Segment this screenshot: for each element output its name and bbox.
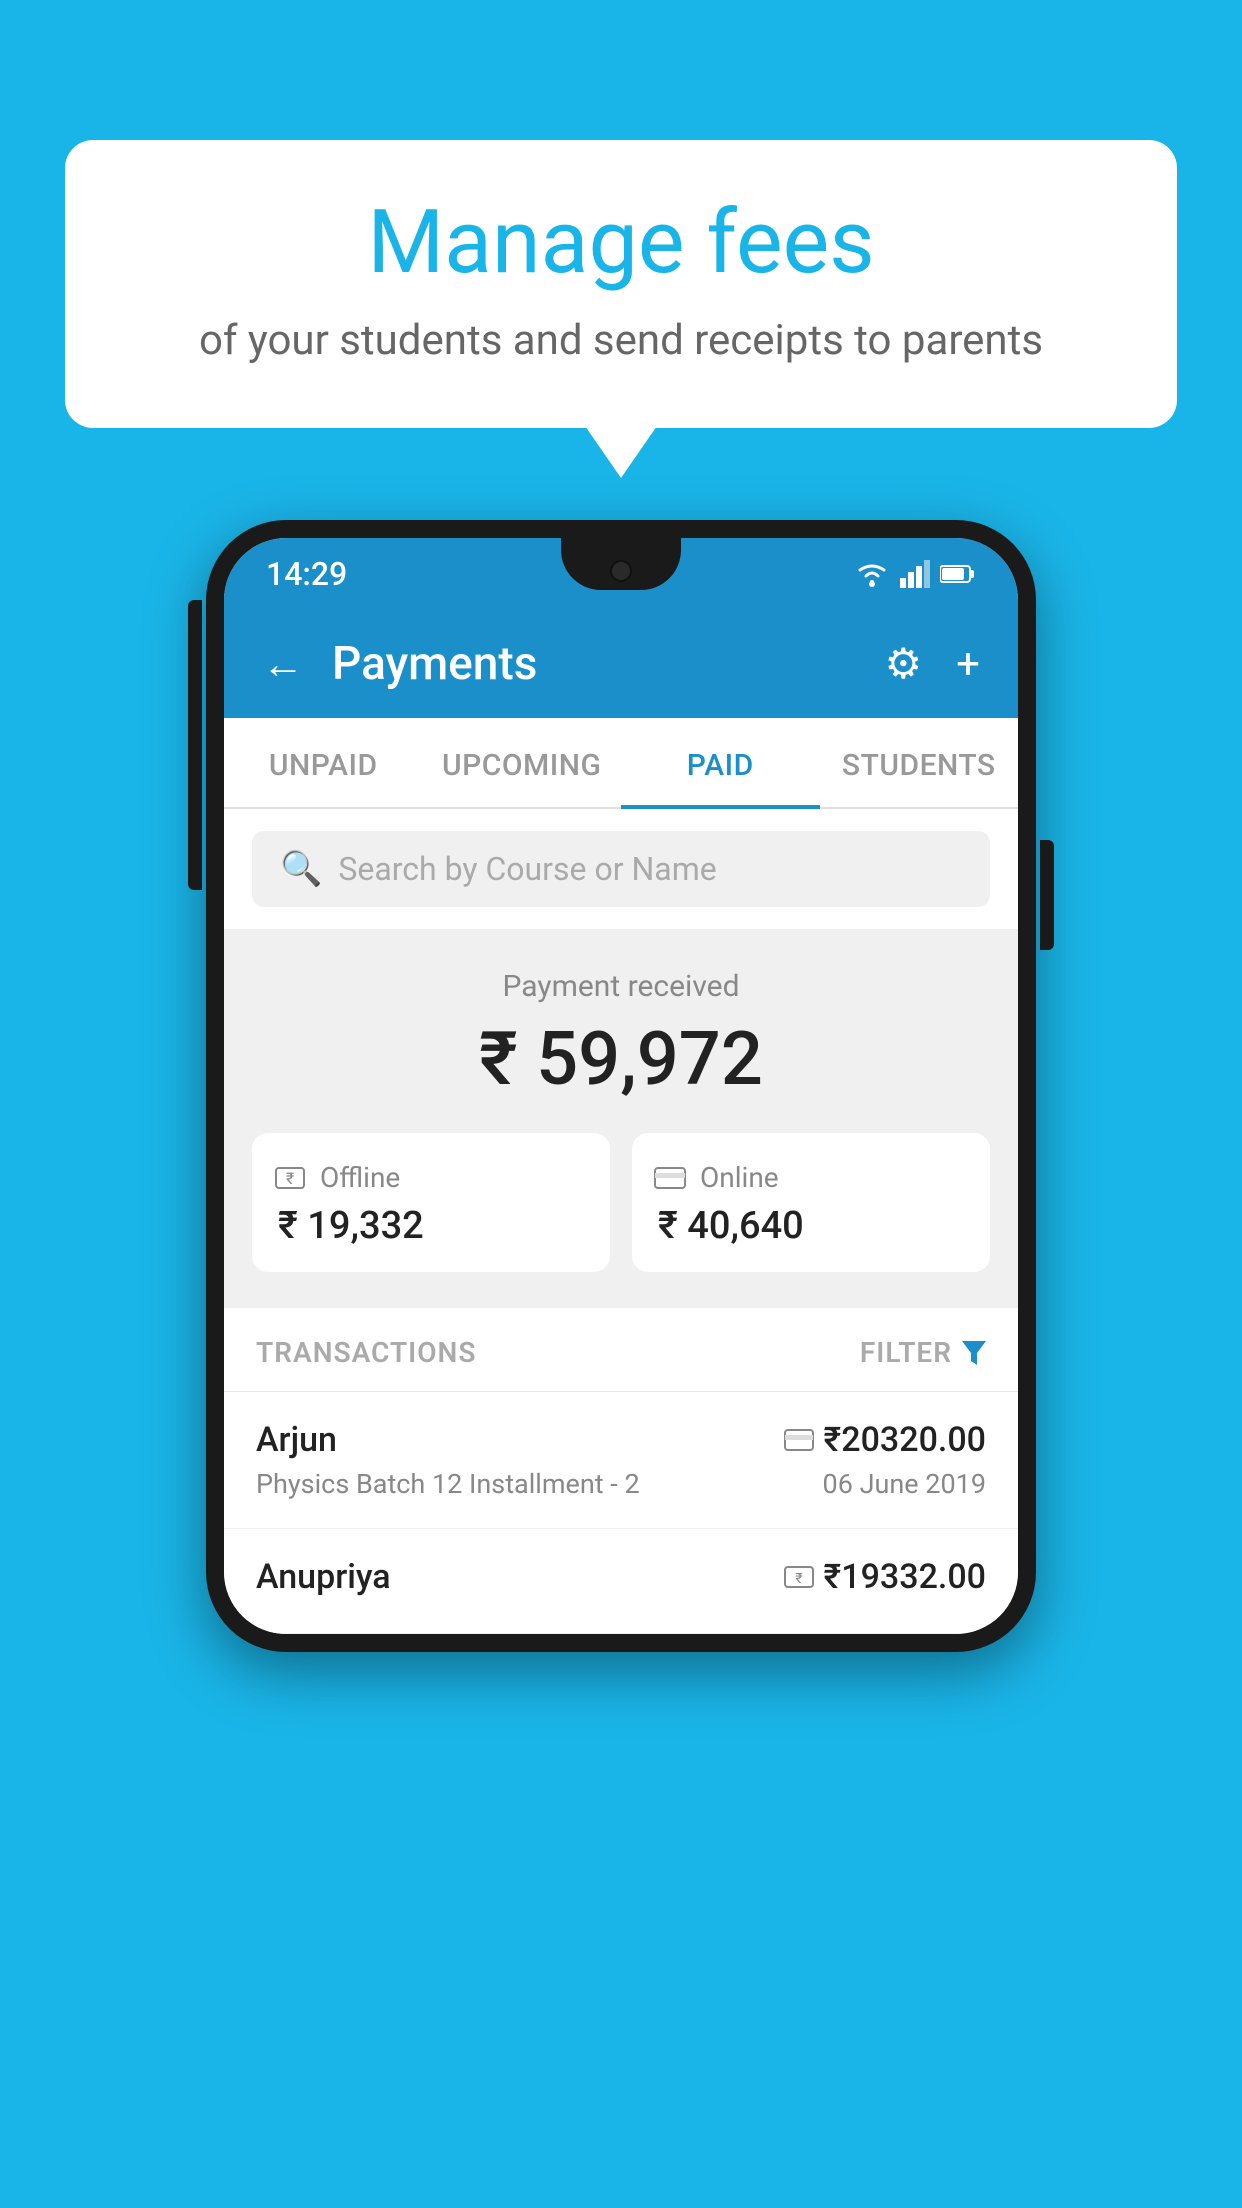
transaction-top-2: Anupriya ₹ ₹19332.00	[256, 1557, 986, 1597]
filter-container[interactable]: FILTER	[860, 1336, 986, 1369]
transactions-label: TRANSACTIONS	[256, 1336, 476, 1369]
filter-icon	[962, 1341, 986, 1365]
transaction-name-2: Anupriya	[256, 1557, 391, 1597]
search-bar-container: 🔍 Search by Course or Name	[224, 809, 1018, 929]
status-time: 14:29	[266, 555, 347, 593]
offline-icon: ₹	[274, 1162, 306, 1194]
online-card-header: Online	[654, 1161, 779, 1194]
search-input[interactable]: Search by Course or Name	[338, 850, 716, 888]
payment-cards: ₹ Offline ₹ 19,332	[252, 1133, 990, 1272]
header-right: ⚙ +	[885, 639, 981, 689]
header-title: Payments	[332, 637, 537, 691]
transaction-amount-2: ₹19332.00	[824, 1557, 986, 1597]
payment-received-amount: ₹ 59,972	[252, 1016, 990, 1103]
offline-amount: ₹ 19,332	[274, 1204, 424, 1248]
speech-bubble: Manage fees of your students and send re…	[65, 140, 1177, 428]
status-bar: 14:29	[224, 538, 1018, 610]
search-icon: 🔍	[280, 849, 322, 889]
transaction-name-1: Arjun	[256, 1420, 337, 1460]
tab-students[interactable]: STUDENTS	[820, 718, 1019, 807]
transactions-header: TRANSACTIONS FILTER	[224, 1308, 1018, 1392]
offline-card: ₹ Offline ₹ 19,332	[252, 1133, 610, 1272]
status-icons	[854, 560, 976, 588]
bubble-subtitle: of your students and send receipts to pa…	[125, 314, 1117, 369]
speech-bubble-container: Manage fees of your students and send re…	[65, 140, 1177, 428]
payment-received-label: Payment received	[252, 969, 990, 1004]
amount-container-1: ₹20320.00	[784, 1420, 986, 1460]
card-payment-icon	[784, 1428, 814, 1452]
online-icon	[654, 1166, 686, 1190]
cash-payment-icon: ₹	[784, 1565, 814, 1589]
settings-icon[interactable]: ⚙	[885, 639, 923, 689]
tab-paid[interactable]: PAID	[621, 718, 820, 807]
transaction-row: Arjun ₹20320.00 Physics Batch 12 Install…	[224, 1392, 1018, 1529]
transaction-date-1: 06 June 2019	[823, 1468, 986, 1500]
tab-unpaid[interactable]: UNPAID	[224, 718, 423, 807]
phone-container: 14:29	[206, 520, 1036, 1652]
svg-text:₹: ₹	[795, 1571, 802, 1587]
offline-card-header: ₹ Offline	[274, 1161, 400, 1194]
payment-section: Payment received ₹ 59,972 ₹ Offline ₹ 19…	[224, 929, 1018, 1308]
tab-upcoming[interactable]: UPCOMING	[423, 718, 622, 807]
online-label: Online	[700, 1161, 779, 1194]
signal-icon	[900, 560, 930, 588]
header-left: ← Payments	[262, 637, 537, 691]
online-card: Online ₹ 40,640	[632, 1133, 990, 1272]
filter-label: FILTER	[860, 1336, 952, 1369]
phone-screen: 14:29	[224, 538, 1018, 1634]
camera-icon	[610, 560, 632, 582]
wifi-icon	[854, 560, 890, 588]
transaction-top-1: Arjun ₹20320.00	[256, 1420, 986, 1460]
amount-container-2: ₹ ₹19332.00	[784, 1557, 986, 1597]
bubble-title: Manage fees	[125, 195, 1117, 292]
transaction-row-2: Anupriya ₹ ₹19332.00	[224, 1529, 1018, 1634]
back-button[interactable]: ←	[262, 640, 304, 689]
tabs-bar: UNPAID UPCOMING PAID STUDENTS	[224, 718, 1018, 809]
notch	[561, 538, 681, 590]
transaction-bottom-1: Physics Batch 12 Installment - 2 06 June…	[256, 1468, 986, 1500]
app-header: ← Payments ⚙ +	[224, 610, 1018, 718]
svg-text:₹: ₹	[286, 1169, 294, 1188]
transaction-amount-1: ₹20320.00	[824, 1420, 986, 1460]
search-bar[interactable]: 🔍 Search by Course or Name	[252, 831, 990, 907]
phone: 14:29	[206, 520, 1036, 1652]
battery-icon	[940, 563, 976, 585]
offline-label: Offline	[320, 1161, 400, 1194]
online-amount: ₹ 40,640	[654, 1204, 804, 1248]
add-icon[interactable]: +	[956, 640, 980, 689]
transaction-course-1: Physics Batch 12 Installment - 2	[256, 1468, 640, 1500]
